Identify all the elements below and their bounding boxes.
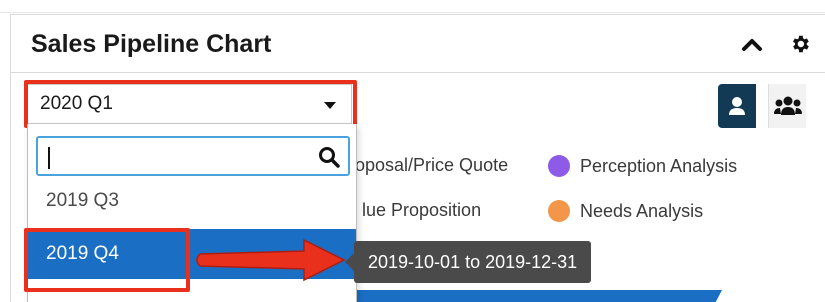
dashlet-title: Sales Pipeline Chart [31,30,272,58]
legend-item: Needs Analysis [548,200,703,222]
legend-swatch [548,200,570,222]
dropdown-search-field[interactable] [36,136,350,176]
chevron-up-icon [742,39,762,51]
pipeline-chart-bar [357,290,722,302]
dropdown-option-highlighted[interactable]: 2019 Q4 [28,229,356,279]
legend-label: Perception Analysis [580,155,738,176]
timeperiod-dropdown: 2019 Q3 2019 Q4 [27,124,357,302]
collapse-button[interactable] [739,31,765,57]
gear-icon [793,35,809,53]
text-cursor [48,147,50,169]
search-icon [319,147,340,168]
caret-down-icon [324,102,336,109]
legend-label: Needs Analysis [580,200,704,221]
timeperiod-selected-value: 2020 Q1 [40,93,113,114]
settings-button[interactable] [787,31,813,57]
page-top-rule [0,12,825,13]
dropdown-search-input[interactable] [46,143,306,169]
my-pipeline-toggle[interactable] [718,84,756,128]
legend-label: oposal/Price Quote [355,155,509,175]
team-pipeline-toggle[interactable] [768,84,806,128]
user-icon [729,97,745,115]
legend-swatch [548,155,570,177]
users-icon [773,96,802,115]
tooltip-text: 2019-10-01 to 2019-12-31 [368,251,578,272]
timeperiod-select[interactable]: 2020 Q1 [27,84,352,124]
legend-item: Perception Analysis [548,155,737,177]
date-range-tooltip: 2019-10-01 to 2019-12-31 [344,241,592,283]
dashlet-header: Sales Pipeline Chart [11,15,825,73]
legend-label: lue Proposition [362,200,482,220]
dropdown-option[interactable]: 2019 Q3 [28,176,356,226]
